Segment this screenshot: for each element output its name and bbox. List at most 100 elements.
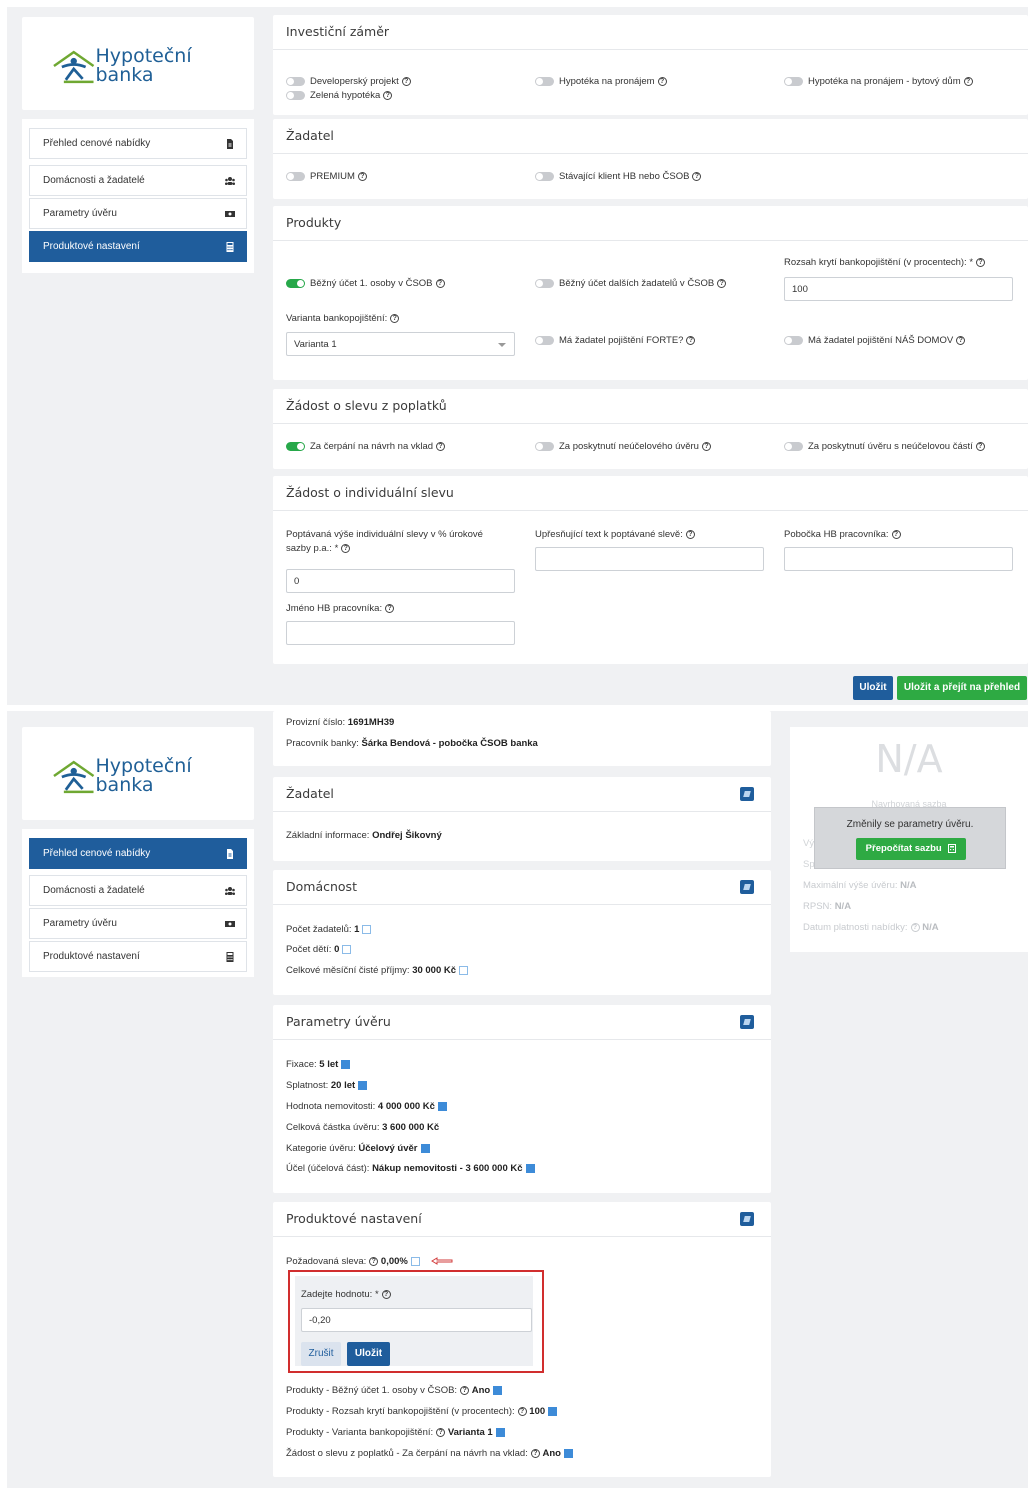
help-icon[interactable]: ? <box>956 336 966 345</box>
toggle-neucelova-cast[interactable]: Za poskytnutí úvěru s neúčelovou částí? <box>784 441 985 452</box>
help-icon[interactable]: ? <box>517 1406 527 1416</box>
toggle-premium[interactable]: PREMIUM? <box>286 171 367 182</box>
switch[interactable] <box>535 77 554 86</box>
edit-icon[interactable] <box>341 1059 351 1069</box>
toggle-hypoteka-na-pronajem[interactable]: Hypotéka na pronájem? <box>535 76 667 87</box>
help-icon[interactable]: ? <box>385 603 395 613</box>
help-icon[interactable]: ? <box>976 257 986 267</box>
edit-icon[interactable] <box>493 1385 503 1395</box>
help-icon[interactable]: ? <box>657 77 667 86</box>
switch[interactable] <box>286 279 305 288</box>
switch[interactable] <box>784 77 803 86</box>
help-icon[interactable]: ? <box>369 1256 379 1266</box>
switch[interactable] <box>535 279 554 288</box>
rozsah-input[interactable]: 100 <box>784 277 1013 301</box>
help-icon[interactable]: ? <box>401 77 411 86</box>
help-icon[interactable]: ? <box>341 543 351 553</box>
varianta-select[interactable]: Varianta 1 <box>286 332 515 356</box>
help-icon[interactable]: ? <box>685 529 695 539</box>
sidebar-item-parametry[interactable]: Parametry úvěru <box>29 198 247 229</box>
help-icon[interactable]: ? <box>717 279 727 288</box>
edit-icon[interactable] <box>740 1212 754 1226</box>
brand-logo-icon <box>53 760 95 794</box>
switch[interactable] <box>784 442 803 451</box>
logo[interactable]: Hypoteční banka <box>50 47 254 85</box>
switch[interactable] <box>286 172 305 181</box>
help-icon[interactable]: ? <box>686 336 696 345</box>
recalculate-button[interactable]: Přepočítat sazbu <box>856 838 966 860</box>
edit-icon[interactable] <box>342 944 352 954</box>
help-icon[interactable]: ? <box>692 172 702 181</box>
switch[interactable] <box>535 336 554 345</box>
edit-icon[interactable] <box>740 880 754 894</box>
toggle-developersky-projekt[interactable]: Developerský projekt? <box>286 76 411 87</box>
help-icon[interactable]: ? <box>963 77 973 86</box>
toggle-hypoteka-bytovy-dum[interactable]: Hypotéka na pronájem - bytový dům? <box>784 76 973 87</box>
datum-platnosti: Datum platnosti nabídky:? N/A <box>803 922 939 933</box>
sidebar-item-produktove[interactable]: Produktové nastavení <box>29 941 247 972</box>
toggle-bezny-ucet-dalsich[interactable]: Běžný účet dalších žadatelů v ČSOB? <box>535 278 727 289</box>
help-icon[interactable]: ? <box>975 442 985 451</box>
toggle-cerpani-vklad[interactable]: Za čerpání na návrh na vklad? <box>286 441 446 452</box>
individualni-sleva-input[interactable]: 0 <box>286 569 515 593</box>
switch[interactable] <box>535 172 554 181</box>
help-icon[interactable]: ? <box>381 1289 391 1299</box>
zakladni-informace: Základní informace: Ondřej Šikovný <box>286 830 442 841</box>
notice-text: Změnily se parametry úvěru. <box>846 819 974 830</box>
edit-icon[interactable] <box>740 1015 754 1029</box>
upresnujici-text-input[interactable] <box>535 547 764 571</box>
cancel-button[interactable]: Zrušit <box>301 1342 341 1366</box>
switch[interactable] <box>286 77 305 86</box>
switch[interactable] <box>286 91 305 100</box>
sidebar-item-produktove[interactable]: Produktové nastavení <box>29 231 247 262</box>
help-icon[interactable]: ? <box>530 1448 540 1458</box>
edit-icon[interactable] <box>362 924 372 934</box>
sidebar-item-label: Domácnosti a žadatelé <box>43 175 145 186</box>
logo[interactable]: Hypoteční banka <box>50 757 254 795</box>
sidebar-item-prehled[interactable]: Přehled cenové nabídky <box>29 838 247 869</box>
edit-icon[interactable] <box>495 1427 505 1437</box>
save-button[interactable]: Uložit <box>853 676 893 700</box>
ghost-row-2: Sp <box>803 859 815 870</box>
edit-icon[interactable] <box>358 1080 368 1090</box>
edit-icon[interactable] <box>548 1406 558 1416</box>
panel-sleva-poplatku: Žádost o slevu z poplatků Za čerpání na … <box>273 389 1028 469</box>
save-button[interactable]: Uložit <box>347 1342 390 1366</box>
toggle-neucelovy-uver[interactable]: Za poskytnutí neúčelového úvěru? <box>535 441 711 452</box>
jmeno-input[interactable] <box>286 621 515 645</box>
toggle-stavajici-klient[interactable]: Stávající klient HB nebo ČSOB? <box>535 171 702 182</box>
edit-icon[interactable] <box>740 787 754 801</box>
sidebar-item-parametry[interactable]: Parametry úvěru <box>29 908 247 939</box>
help-icon[interactable]: ? <box>435 279 445 288</box>
sidebar-item-domacnosti[interactable]: Domácnosti a žadatelé <box>29 165 247 196</box>
edit-icon[interactable] <box>410 1256 420 1266</box>
toggle-zelena-hypoteka[interactable]: Zelená hypotéka? <box>286 90 393 101</box>
help-icon[interactable]: ? <box>390 313 400 323</box>
pobocka-input[interactable] <box>784 547 1013 571</box>
jmeno-label: Jméno HB pracovníka:? <box>286 602 395 616</box>
edit-icon[interactable] <box>459 965 469 975</box>
toggle-nas-domov[interactable]: Má žadatel pojištění NÁŠ DOMOV? <box>784 335 966 346</box>
help-icon[interactable]: ? <box>436 1427 446 1437</box>
toggle-bezny-ucet-1-osoby[interactable]: Běžný účet 1. osoby v ČSOB? <box>286 278 445 289</box>
edit-icon[interactable] <box>563 1448 573 1458</box>
help-icon[interactable]: ? <box>701 442 711 451</box>
hodnota-input[interactable]: -0,20 <box>301 1308 532 1332</box>
help-icon[interactable]: ? <box>383 91 393 100</box>
help-icon[interactable]: ? <box>357 172 367 181</box>
edit-icon[interactable] <box>437 1101 447 1111</box>
help-icon[interactable]: ? <box>436 442 446 451</box>
switch[interactable] <box>535 442 554 451</box>
help-icon[interactable]: ? <box>910 922 920 932</box>
help-icon[interactable]: ? <box>460 1385 470 1395</box>
help-icon[interactable]: ? <box>891 529 901 539</box>
ghost-row-1: Vý <box>803 838 815 849</box>
sidebar-item-prehled[interactable]: Přehled cenové nabídky <box>29 128 247 159</box>
save-and-go-button[interactable]: Uložit a přejít na přehled <box>897 676 1027 700</box>
edit-icon[interactable] <box>525 1163 535 1173</box>
switch[interactable] <box>286 442 305 451</box>
sidebar-item-domacnosti[interactable]: Domácnosti a žadatelé <box>29 875 247 906</box>
switch[interactable] <box>784 336 803 345</box>
toggle-forte[interactable]: Má žadatel pojištění FORTE?? <box>535 335 696 346</box>
edit-icon[interactable] <box>420 1143 430 1153</box>
